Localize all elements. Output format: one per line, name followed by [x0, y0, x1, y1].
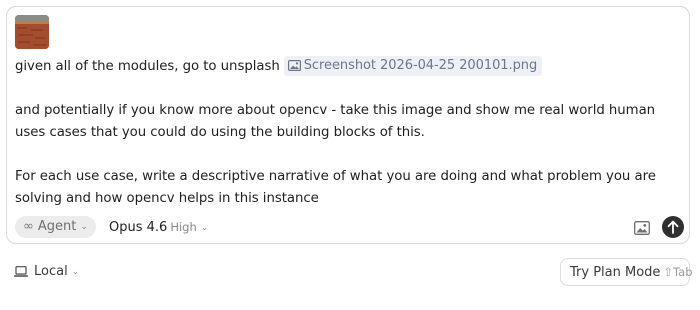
mode-selector[interactable]: ∞ Agent ⌄ [15, 216, 96, 238]
chevron-down-icon: ⌄ [200, 223, 209, 233]
plan-mode-label: Try Plan Mode [570, 265, 661, 280]
message-line: given all of the modules, go to unsplash [15, 59, 280, 74]
location-label: Local [34, 264, 68, 279]
mode-label: Agent [37, 219, 77, 234]
attachment-chip[interactable]: Screenshot 2026-04-25 200101.png [283, 56, 543, 76]
try-plan-mode-button[interactable]: Try Plan Mode ⇧Tab [560, 258, 693, 286]
image-file-icon [287, 60, 301, 71]
attachment-name: Screenshot 2026-04-25 200101.png [303, 58, 538, 73]
model-name: Opus 4.6 [109, 220, 168, 235]
message-paragraph: For each use case, write a descriptive n… [15, 169, 656, 206]
chat-composer[interactable]: given all of the modules, go to unsplash… [6, 6, 690, 244]
arrow-up-icon [667, 220, 679, 234]
shortcut-hint: ⇧Tab [663, 265, 693, 279]
message-paragraph: given all of the modules, go to unsplash… [15, 56, 683, 78]
location-selector[interactable]: Local ⌄ [14, 262, 79, 282]
model-selector[interactable]: Opus 4.6 High ⌄ [109, 216, 208, 238]
infinity-icon: ∞ [23, 219, 34, 234]
attached-image-thumbnail[interactable] [15, 15, 49, 49]
message-text[interactable]: given all of the modules, go to unsplash… [15, 56, 683, 210]
message-paragraph: and potentially if you know more about o… [15, 103, 656, 140]
send-button[interactable] [662, 216, 684, 238]
chevron-down-icon: ⌄ [71, 267, 80, 277]
model-effort: High [170, 220, 197, 234]
laptop-icon [14, 266, 28, 277]
chevron-down-icon: ⌄ [80, 222, 88, 232]
image-icon[interactable] [634, 220, 650, 235]
